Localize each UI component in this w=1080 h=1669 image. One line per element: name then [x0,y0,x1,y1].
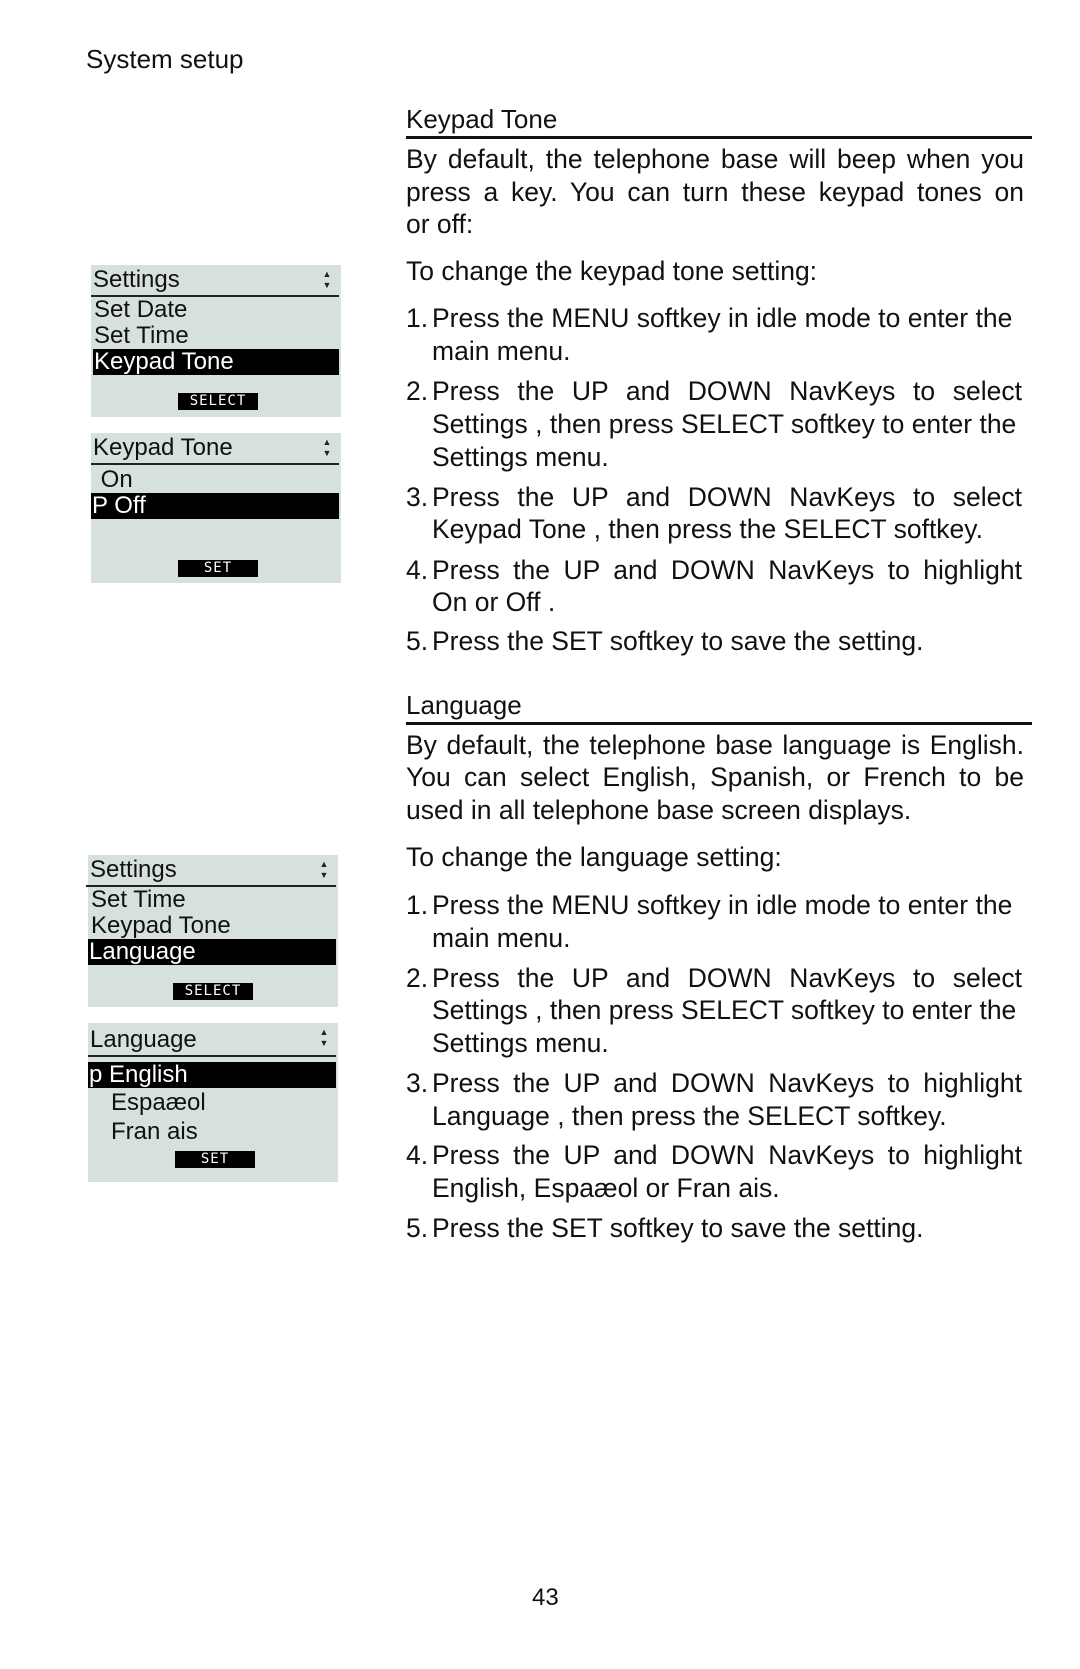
lcd-title: Language [90,1026,197,1053]
step-text: Press the SET softkey to save the settin… [432,1213,924,1243]
step-text: Press the SET softkey to save the settin… [432,626,924,656]
paragraph-line: press a key. You can turn these keypad t… [406,177,1024,207]
paragraph-line: used in all telephone base screen displa… [406,795,912,825]
lcd-option-on: On [94,466,133,493]
step-text: Keypad Tone , then press the SELECT soft… [432,514,983,544]
step-text: main menu. [432,336,571,366]
paragraph-line: or off: [406,209,474,239]
instruction-lead: To change the language setting: [406,842,782,872]
up-down-arrows-icon: ▲ ▼ [322,269,332,290]
language-heading: Language [406,690,522,720]
step-number: 5. [406,626,429,656]
lcd-option-french: Fran ais [91,1118,198,1145]
paragraph-line: By default, the telephone base will beep… [406,144,1024,174]
paragraph-line: You can select English, Spanish, or Fren… [406,762,1024,792]
lcd-menu-item-selected: Keypad Tone [93,349,339,375]
lcd-menu-item-selected: Language [88,939,336,965]
select-softkey-label: SELECT [178,393,258,410]
step-number: 5. [406,1213,429,1243]
select-softkey-label: SELECT [173,983,253,1000]
lcd-option-spanish: Espaæol [91,1089,206,1116]
step-number: 3. [406,1068,429,1098]
step-number: 2. [406,376,429,406]
step-text: Press the UP and DOWN NavKeys to highlig… [432,1140,1022,1170]
step-text: On or Off . [432,587,556,617]
step-text: Settings , then press SELECT softkey to … [432,409,1017,439]
step-number: 3. [406,482,429,512]
step-text: Press the UP and DOWN NavKeys to select [432,376,1022,406]
lcd-screen-settings-language: Settings ▲ ▼ Set Time Keypad Tone Languag… [86,855,338,1007]
lcd-title: Settings [93,266,180,293]
lcd-title: Settings [90,856,177,883]
set-softkey-label: SET [178,560,258,577]
step-number: 1. [406,303,429,333]
instruction-lead: To change the keypad tone setting: [406,256,818,286]
lcd-menu-item: Set Date [94,296,188,323]
lcd-menu-item: Keypad Tone [91,912,231,939]
step-text: Language , then press the SELECT softkey… [432,1101,947,1131]
set-softkey-label: SET [175,1151,255,1168]
page-number: 43 [532,1584,559,1611]
lcd-title: Keypad Tone [93,434,233,461]
heading-rule [406,722,1032,725]
keypad-tone-heading: Keypad Tone [406,104,558,134]
step-text: Settings menu. [432,1028,609,1058]
up-down-arrows-icon: ▲ ▼ [319,859,329,880]
lcd-menu-item: Set Time [94,322,189,349]
lcd-screen-keypad-tone: Keypad Tone ▲ ▼ On P Off SET [91,433,341,583]
step-number: 4. [406,1140,429,1170]
lcd-option-english-selected: p English [88,1062,336,1088]
lcd-option-off-selected: P Off [91,493,339,519]
step-number: 1. [406,890,429,920]
step-text: Press the MENU softkey in idle mode to e… [432,303,1013,333]
step-number: 2. [406,963,429,993]
heading-rule [406,136,1032,139]
step-text: Settings , then press SELECT softkey to … [432,995,1017,1025]
paragraph-line: By default, the telephone base language … [406,730,1024,760]
lcd-title-divider [88,1055,336,1057]
up-down-arrows-icon: ▲ ▼ [319,1027,329,1048]
step-text: English, Espaæol or Fran ais. [432,1173,780,1203]
lcd-title-divider [91,463,339,465]
up-down-arrows-icon: ▲ ▼ [322,437,332,458]
step-text: Press the MENU softkey in idle mode to e… [432,890,1013,920]
step-text: Press the UP and DOWN NavKeys to highlig… [432,1068,1022,1098]
section-label: System setup [86,44,244,74]
step-text: main menu. [432,923,571,953]
step-text: Press the UP and DOWN NavKeys to highlig… [432,555,1022,585]
lcd-screen-language: Language ▲ ▼ p English Espaæol Fran ais S… [88,1023,338,1182]
step-number: 4. [406,555,429,585]
lcd-menu-item: Set Time [91,886,186,913]
step-text: Press the UP and DOWN NavKeys to select [432,482,1022,512]
step-text: Press the UP and DOWN NavKeys to select [432,963,1022,993]
lcd-screen-settings-keypad: Settings ▲ ▼ Set Date Set Time Keypad Ton… [91,265,341,417]
step-text: Settings menu. [432,442,609,472]
